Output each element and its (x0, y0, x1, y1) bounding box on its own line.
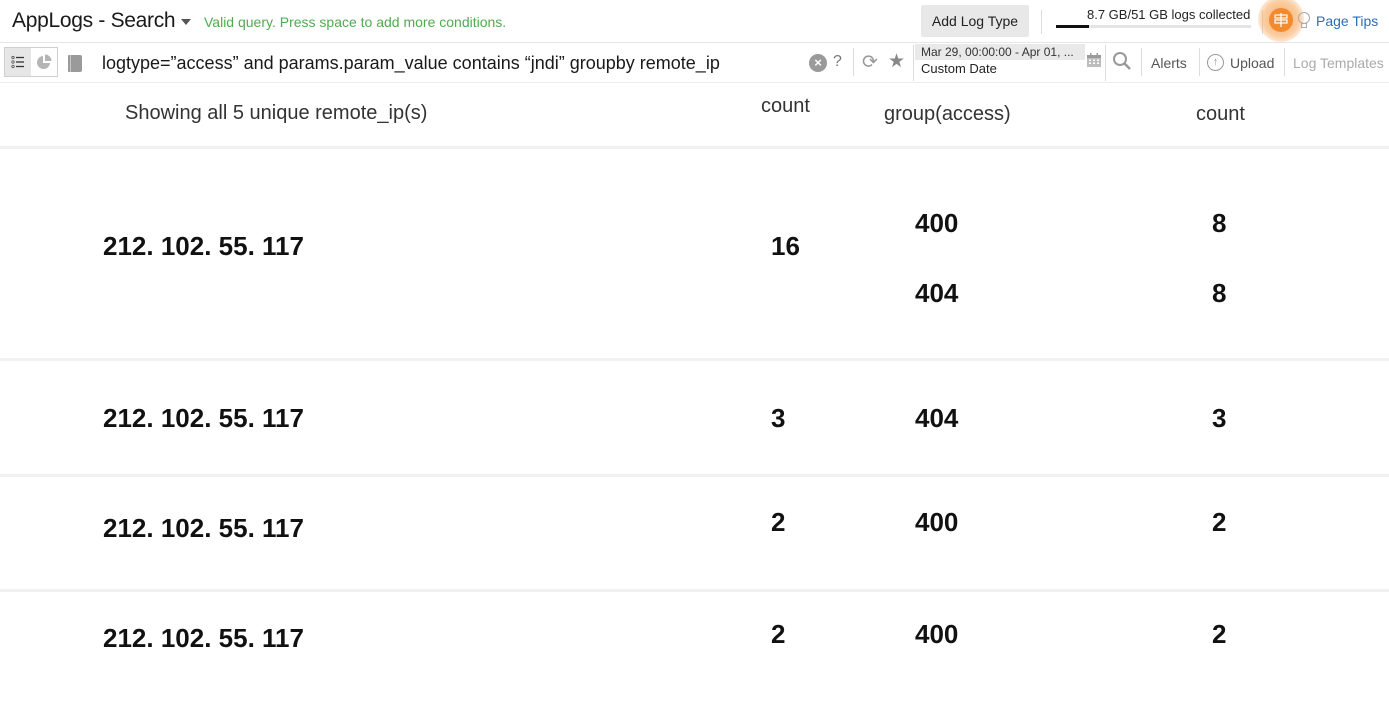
date-range-text[interactable]: Mar 29, 00:00:00 - Apr 01, ... (915, 44, 1085, 60)
app-title[interactable]: AppLogs - Search (12, 9, 176, 33)
divider (1041, 10, 1042, 34)
count-cell: 2 (771, 507, 786, 537)
remote-ip-cell[interactable]: 212. 102. 55. 117 (103, 403, 304, 434)
storage-usage-fill (1056, 25, 1090, 28)
refresh-icon[interactable]: ⟳ (862, 51, 878, 74)
calendar-icon[interactable] (1086, 52, 1102, 68)
group-value-cell[interactable]: 404 (915, 278, 958, 309)
remote-ip-cell[interactable]: 212. 102. 55. 117 (103, 623, 304, 654)
table-row[interactable]: 212. 102. 55. 117 2 400 2 (0, 592, 1389, 712)
results-table: Showing all 5 unique remote_ip(s) count … (0, 84, 1389, 712)
group-count-cell: 2 (1212, 619, 1227, 649)
search-icon[interactable] (1112, 51, 1132, 71)
column-header-group-count[interactable]: count (1196, 103, 1245, 126)
add-log-type-button[interactable]: Add Log Type (921, 5, 1029, 37)
remote-ip-cell[interactable]: 212. 102. 55. 117 (103, 231, 304, 262)
group-count-cell: 2 (1212, 507, 1227, 537)
divider (1105, 45, 1106, 81)
group-value-cell[interactable]: 400 (915, 507, 958, 538)
query-bar: × ? ⟳ ★ Mar 29, 00:00:00 - Apr 01, ... C… (0, 43, 1389, 83)
count-cell: 16 (771, 231, 800, 261)
list-view-icon[interactable] (5, 48, 31, 76)
upload-icon[interactable]: ↑ (1207, 54, 1224, 71)
table-header: Showing all 5 unique remote_ip(s) count … (0, 84, 1389, 149)
table-row[interactable]: 212. 102. 55. 117 16 400 8 404 8 (0, 149, 1389, 361)
lightbulb-icon[interactable] (1297, 11, 1311, 31)
count-cell: 2 (771, 619, 786, 649)
count-cell: 3 (771, 403, 786, 433)
group-count-cell: 8 (1212, 208, 1227, 238)
alerts-link[interactable]: Alerts (1151, 55, 1187, 71)
divider (1199, 48, 1200, 76)
book-icon[interactable] (68, 55, 82, 72)
group-value-cell[interactable]: 404 (915, 403, 958, 434)
divider (1141, 48, 1142, 76)
signpost-icon[interactable] (1269, 8, 1293, 32)
star-icon[interactable]: ★ (888, 50, 905, 73)
query-input[interactable] (102, 49, 802, 77)
storage-usage-bar (1056, 25, 1251, 28)
storage-usage-text: 8.7 GB/51 GB logs collected (1087, 7, 1251, 22)
column-header-count[interactable]: count (761, 95, 810, 118)
divider (1284, 48, 1285, 76)
remote-ip-cell[interactable]: 212. 102. 55. 117 (103, 513, 304, 544)
column-header-group-access[interactable]: group(access) (884, 103, 1011, 126)
date-range-picker[interactable]: Mar 29, 00:00:00 - Apr 01, ... Custom Da… (915, 44, 1105, 80)
group-count-cell: 8 (1212, 278, 1227, 308)
chevron-down-icon[interactable] (181, 19, 191, 25)
group-value-cell[interactable]: 400 (915, 619, 958, 650)
divider (853, 48, 854, 76)
results-summary: Showing all 5 unique remote_ip(s) (125, 102, 428, 124)
view-toggle (4, 47, 58, 77)
table-row[interactable]: 212. 102. 55. 117 2 400 2 (0, 477, 1389, 592)
close-circle-icon[interactable]: × (809, 54, 827, 72)
group-count-cell: 3 (1212, 403, 1227, 433)
date-preset-label[interactable]: Custom Date (921, 61, 997, 76)
top-bar: AppLogs - Search Valid query. Press spac… (0, 0, 1389, 43)
page-tips-link[interactable]: Page Tips (1316, 13, 1378, 29)
divider (913, 45, 914, 81)
query-validation-message: Valid query. Press space to add more con… (204, 14, 507, 30)
question-icon[interactable]: ? (833, 53, 842, 71)
table-row[interactable]: 212. 102. 55. 117 3 404 3 (0, 361, 1389, 477)
log-templates-link[interactable]: Log Templates (1293, 55, 1384, 71)
pie-chart-icon[interactable] (31, 48, 57, 76)
group-value-cell[interactable]: 400 (915, 208, 958, 239)
upload-link[interactable]: Upload (1230, 55, 1274, 71)
